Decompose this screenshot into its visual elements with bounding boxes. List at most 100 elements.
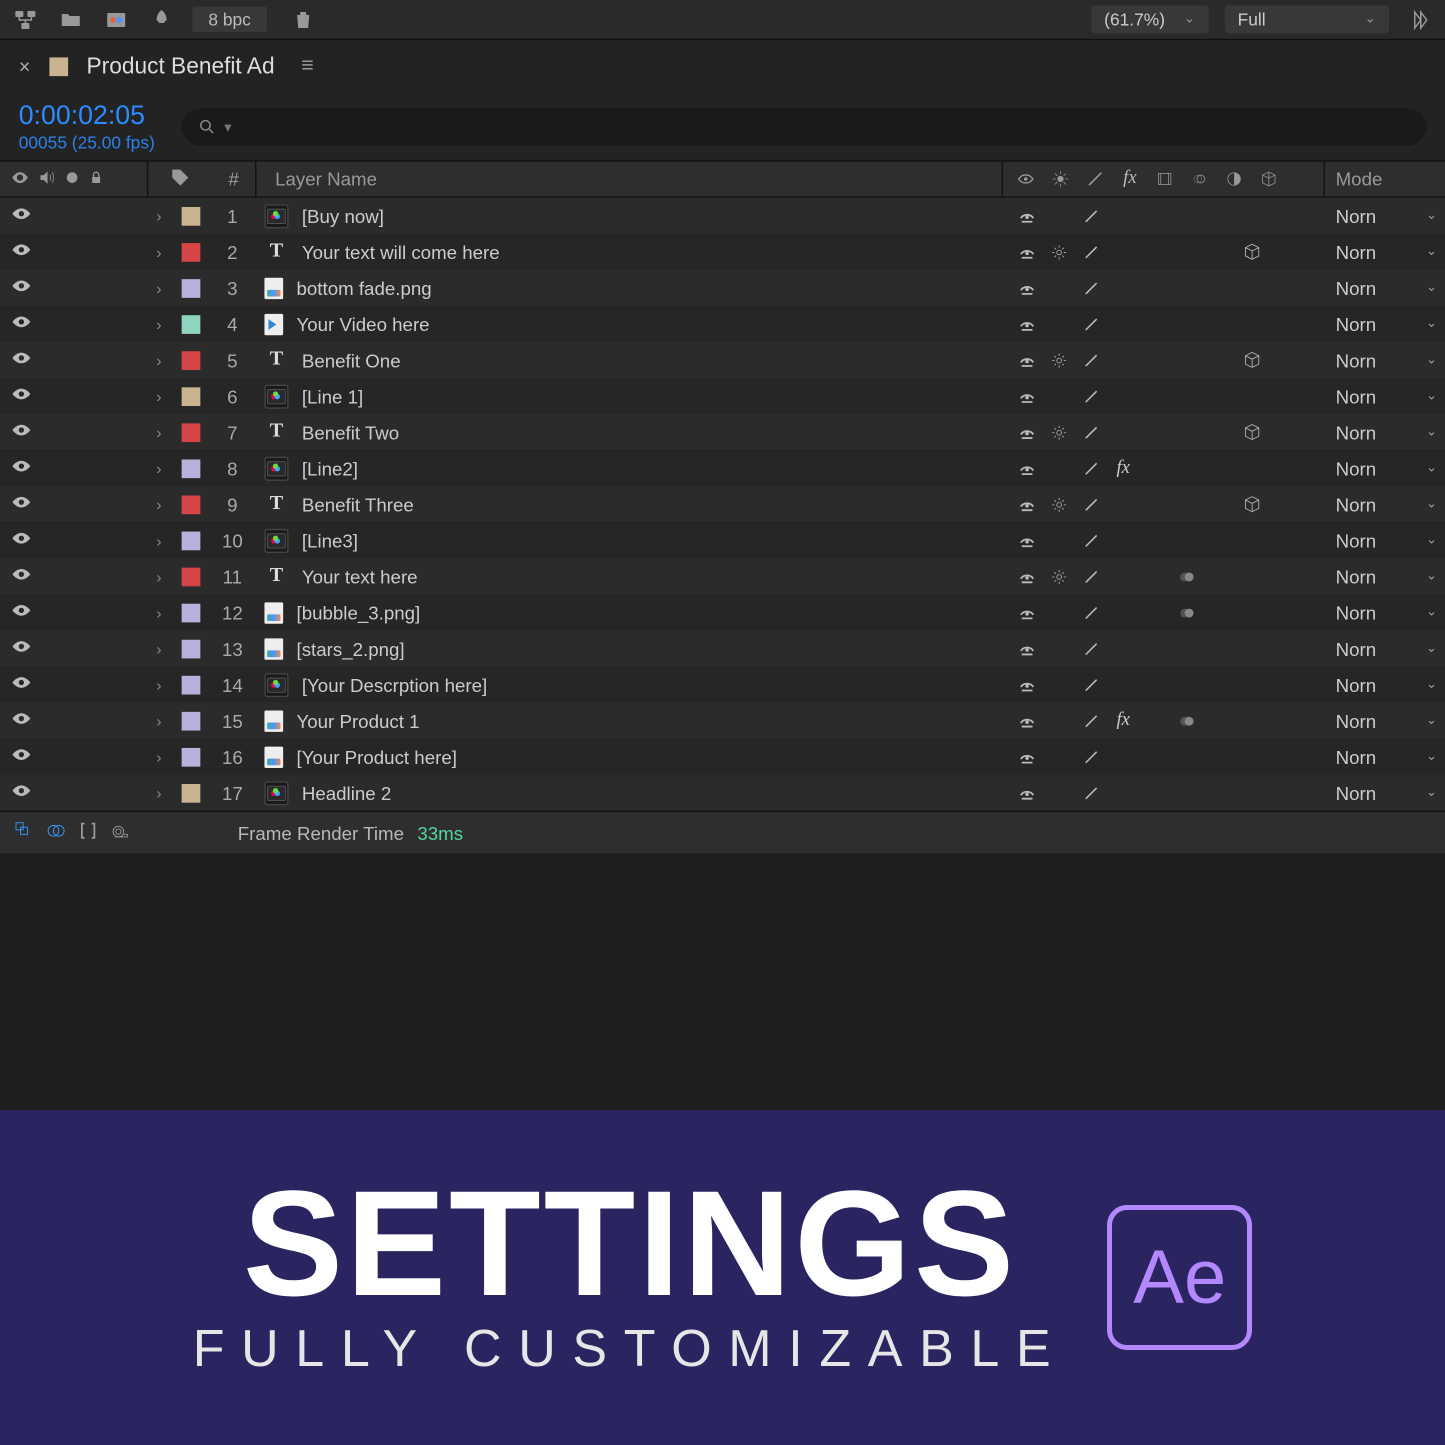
visibility-toggle[interactable] [11, 275, 32, 300]
label-swatch[interactable] [182, 423, 201, 442]
motion-blur-toggle[interactable] [1173, 453, 1202, 482]
label-swatch[interactable] [182, 567, 201, 586]
fx-toggle[interactable] [1109, 345, 1138, 374]
3d-toggle[interactable] [1237, 453, 1266, 482]
fx-toggle[interactable] [1109, 742, 1138, 771]
zoom-dropdown[interactable]: (61.7%)⌄ [1091, 5, 1208, 33]
collapse-toggle[interactable] [1044, 742, 1073, 771]
blend-mode-dropdown[interactable]: Norn⌄ [1325, 782, 1445, 803]
visibility-toggle[interactable] [11, 419, 32, 444]
layer-row[interactable]: ›13[stars_2.png]Norn⌄ [0, 630, 1445, 666]
layer-name[interactable]: TBenefit One [254, 348, 1005, 372]
lock-header-icon[interactable] [88, 168, 104, 189]
fx-toggle[interactable] [1109, 309, 1138, 338]
motion-blur-toggle[interactable] [1173, 489, 1202, 518]
collapse-header-icon[interactable] [1046, 164, 1075, 193]
shy-toggle[interactable] [1012, 526, 1041, 555]
motion-blur-toggle[interactable] [1173, 381, 1202, 410]
collapse-toggle[interactable] [1044, 453, 1073, 482]
adjustment-toggle[interactable] [1205, 273, 1234, 302]
visibility-toggle[interactable] [11, 744, 32, 769]
trash-icon[interactable] [288, 5, 317, 34]
quality-toggle[interactable] [1076, 634, 1105, 663]
label-swatch[interactable] [182, 531, 201, 550]
collapse-toggle[interactable] [1044, 381, 1073, 410]
quality-toggle[interactable] [1076, 489, 1105, 518]
fx-toggle[interactable] [1109, 562, 1138, 591]
frame-blend-toggle[interactable] [1141, 778, 1170, 807]
shy-toggle[interactable] [1012, 417, 1041, 446]
shy-toggle[interactable] [1012, 453, 1041, 482]
collapse-toggle[interactable] [1044, 778, 1073, 807]
visibility-toggle[interactable] [11, 239, 32, 264]
visibility-toggle[interactable] [11, 780, 32, 805]
layer-row[interactable]: ›8[Line2]fxNorn⌄ [0, 450, 1445, 486]
layer-row[interactable]: ›5TBenefit OneNorn⌄ [0, 342, 1445, 378]
close-icon[interactable]: × [19, 55, 31, 78]
blend-mode-dropdown[interactable]: Norn⌄ [1325, 205, 1445, 226]
collapse-toggle[interactable] [1044, 562, 1073, 591]
frame-blend-toggle[interactable] [1141, 237, 1170, 266]
eye-header-icon[interactable] [11, 168, 30, 191]
expand-toggle[interactable]: › [147, 459, 171, 478]
shy-header-icon[interactable] [1011, 164, 1040, 193]
motion-blur-toggle[interactable] [1173, 634, 1202, 663]
layer-row[interactable]: ›6[Line 1]Norn⌄ [0, 378, 1445, 414]
layer-name[interactable]: bottom fade.png [254, 277, 1005, 298]
shy-toggle[interactable] [1012, 706, 1041, 735]
quality-toggle[interactable] [1076, 778, 1105, 807]
layer-name[interactable]: TYour text will come here [254, 240, 1005, 264]
expand-toggle[interactable]: › [147, 567, 171, 586]
expand-toggle[interactable]: › [147, 675, 171, 694]
expand-toggle[interactable]: › [147, 711, 171, 730]
3d-toggle[interactable] [1237, 706, 1266, 735]
motion-blur-toggle[interactable] [1173, 345, 1202, 374]
expand-toggle[interactable]: › [147, 315, 171, 334]
rocket-icon[interactable] [147, 5, 176, 34]
blend-mode-dropdown[interactable]: Norn⌄ [1325, 313, 1445, 334]
layer-name[interactable]: Your Video here [254, 313, 1005, 334]
visibility-toggle[interactable] [11, 311, 32, 336]
motion-blur-toggle[interactable] [1173, 201, 1202, 230]
fx-toggle[interactable]: fx [1109, 453, 1138, 482]
shy-toggle[interactable] [1012, 562, 1041, 591]
quality-toggle[interactable] [1076, 417, 1105, 446]
adjustment-toggle[interactable] [1205, 201, 1234, 230]
frame-blend-toggle[interactable] [1141, 634, 1170, 663]
fx-toggle[interactable] [1109, 598, 1138, 627]
3d-toggle[interactable] [1237, 598, 1266, 627]
snail-icon[interactable] [110, 820, 131, 845]
blend-mode-dropdown[interactable]: Norn⌄ [1325, 638, 1445, 659]
shy-toggle[interactable] [1012, 742, 1041, 771]
visibility-toggle[interactable] [11, 455, 32, 480]
visibility-toggle[interactable] [11, 708, 32, 733]
comp-icon[interactable] [102, 5, 131, 34]
brackets-icon[interactable] [77, 820, 98, 845]
shy-toggle[interactable] [1012, 201, 1041, 230]
label-swatch[interactable] [182, 315, 201, 334]
layer-row[interactable]: ›1[Buy now]Norn⌄ [0, 198, 1445, 234]
adjustment-toggle[interactable] [1205, 417, 1234, 446]
label-swatch[interactable] [182, 242, 201, 261]
frame-blend-toggle[interactable] [1141, 453, 1170, 482]
label-swatch[interactable] [182, 747, 201, 766]
shy-toggle[interactable] [1012, 634, 1041, 663]
frame-blend-header-icon[interactable] [1150, 164, 1179, 193]
blend-mode-dropdown[interactable]: Norn⌄ [1325, 674, 1445, 695]
3d-toggle[interactable] [1237, 381, 1266, 410]
3d-toggle[interactable] [1237, 778, 1266, 807]
toggle-modes-icon[interactable] [45, 820, 66, 845]
blend-mode-dropdown[interactable]: Norn⌄ [1325, 421, 1445, 442]
flowchart-icon[interactable] [11, 5, 40, 34]
adjustment-toggle[interactable] [1205, 634, 1234, 663]
blend-mode-dropdown[interactable]: Norn⌄ [1325, 241, 1445, 262]
layer-row[interactable]: ›11TYour text hereNorn⌄ [0, 558, 1445, 594]
fx-toggle[interactable] [1109, 778, 1138, 807]
adjustment-toggle[interactable] [1205, 706, 1234, 735]
quality-toggle[interactable] [1076, 670, 1105, 699]
blend-mode-dropdown[interactable]: Norn⌄ [1325, 710, 1445, 731]
quality-toggle[interactable] [1076, 526, 1105, 555]
blend-mode-dropdown[interactable]: Norn⌄ [1325, 530, 1445, 551]
adjustment-toggle[interactable] [1205, 453, 1234, 482]
motion-blur-toggle[interactable] [1173, 237, 1202, 266]
